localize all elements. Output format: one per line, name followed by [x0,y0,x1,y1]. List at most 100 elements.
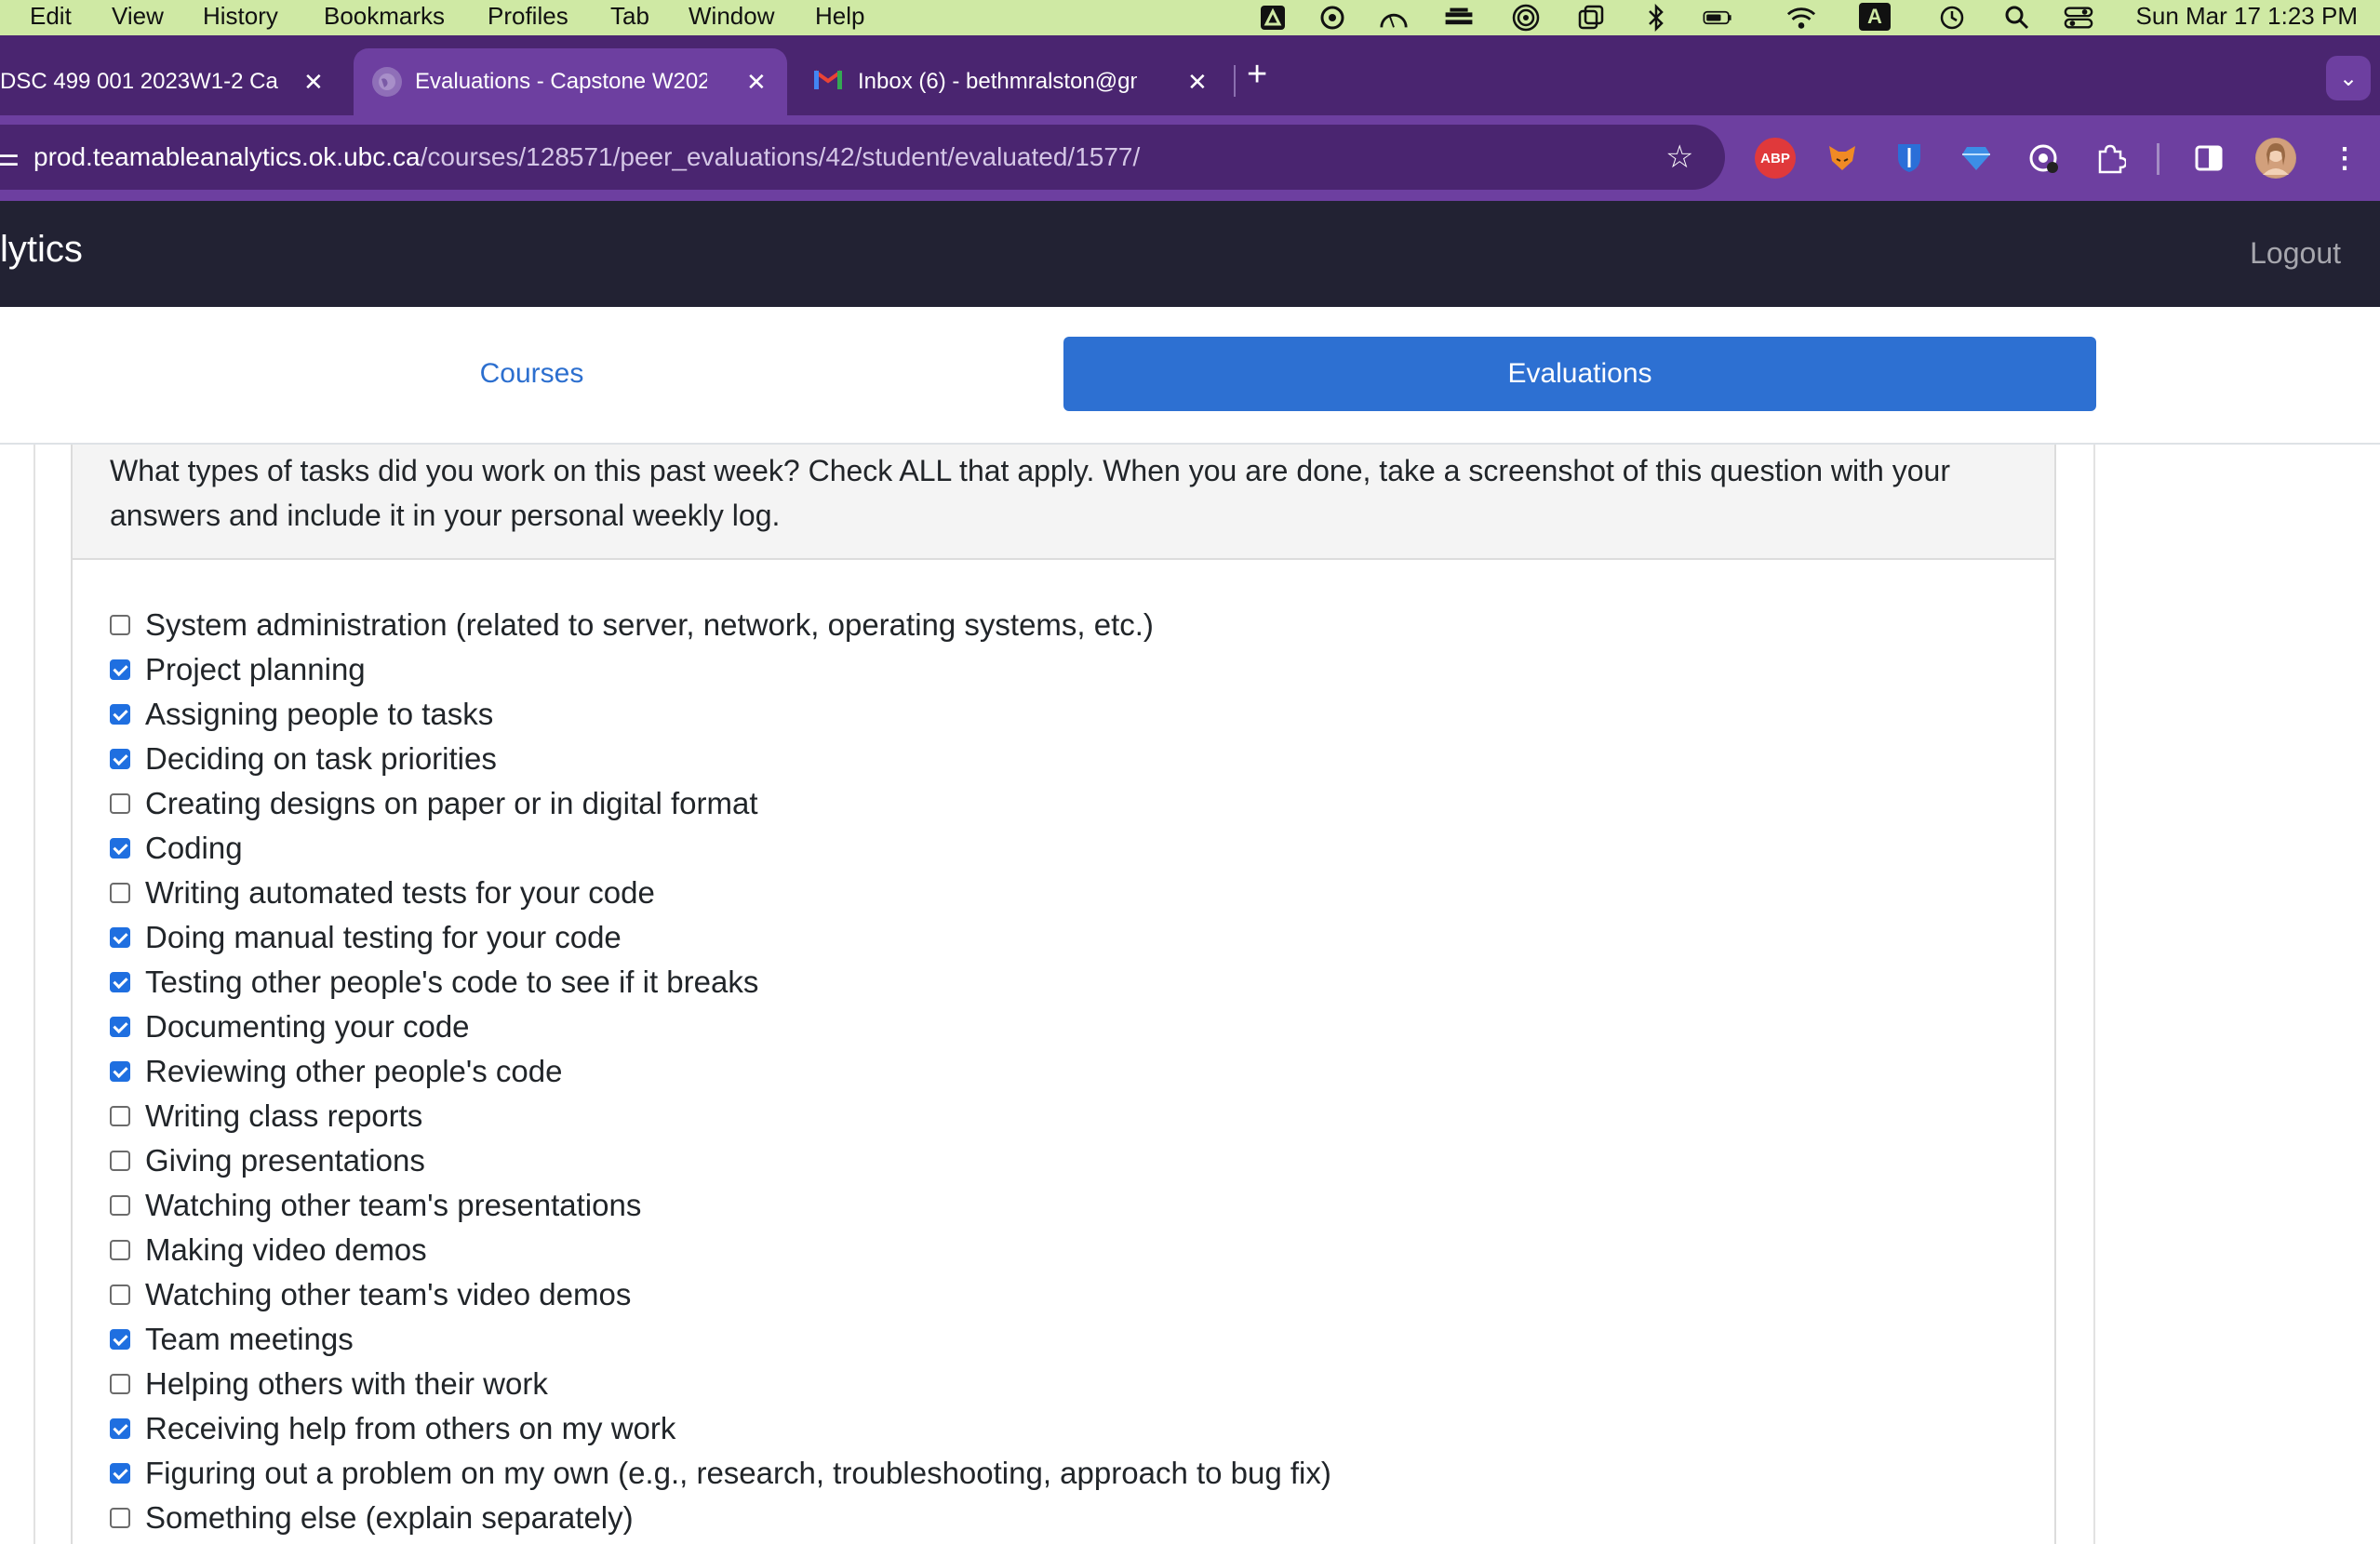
bookmark-star-icon[interactable]: ☆ [1665,139,1693,176]
checkbox-option[interactable]: Assigning people to tasks [110,692,1331,737]
site-header: lytics Logout [0,201,2380,307]
globe-icon [372,67,402,97]
checkbox-option[interactable]: Writing class reports [110,1094,1331,1138]
menu-view[interactable]: View [112,2,164,31]
checkbox-option[interactable]: Coding [110,826,1331,871]
checkbox-option[interactable]: Doing manual testing for your code [110,915,1331,960]
menu-help[interactable]: Help [815,2,864,31]
airdrop-icon[interactable] [1511,3,1541,33]
question-header: What types of tasks did you work on this… [73,445,2054,560]
checkbox-option[interactable]: Deciding on task priorities [110,737,1331,781]
menu-window[interactable]: Window [689,2,774,31]
checkbox-unchecked[interactable] [110,793,130,814]
control-center-icon[interactable] [2064,3,2093,33]
checkbox-option[interactable]: Figuring out a problem on my own (e.g., … [110,1451,1331,1496]
menu-profiles[interactable]: Profiles [488,2,568,31]
checkbox-option[interactable]: Creating designs on paper or in digital … [110,781,1331,826]
password-manager-icon[interactable] [1317,3,1347,33]
checkbox-checked[interactable] [110,927,130,948]
menu-history[interactable]: History [203,2,278,31]
checkbox-checked[interactable] [110,659,130,680]
checkbox-checked[interactable] [110,1329,130,1350]
menu-tab[interactable]: Tab [610,2,649,31]
checkbox-label: Team meetings [145,1322,354,1356]
input-source-icon[interactable]: A [1859,3,1891,31]
time-machine-icon[interactable] [1937,3,1967,33]
password-manager-extension-icon[interactable] [2023,138,2064,179]
checkbox-checked[interactable] [110,838,130,859]
adblock-plus-icon[interactable]: ABP [1755,138,1796,179]
checkbox-checked[interactable] [110,1017,130,1037]
checkbox-option[interactable]: Team meetings [110,1317,1331,1362]
tab-evaluations[interactable]: Evaluations - Capstone W202 ✕ [354,48,787,115]
close-tab-icon[interactable]: ✕ [1187,68,1208,97]
nav-courses[interactable]: Courses [0,337,1063,411]
checkbox-option[interactable]: Watching other team's presentations [110,1183,1331,1228]
browser-menu-icon[interactable]: ⋮ [2324,138,2365,179]
checkbox-option[interactable]: Watching other team's video demos [110,1272,1331,1317]
checkbox-label: Receiving help from others on my work [145,1411,676,1445]
metamask-fox-icon[interactable] [1822,138,1863,179]
drive-icon[interactable] [1258,3,1288,33]
menubar-clock[interactable]: Sun Mar 17 1:23 PM [2136,2,2358,31]
close-tab-icon[interactable]: ✕ [303,68,324,97]
checkbox-unchecked[interactable] [110,1374,130,1394]
diamond-extension-icon[interactable] [1956,138,1997,179]
new-tab-icon[interactable]: + [1247,56,1267,93]
checkbox-option[interactable]: Making video demos [110,1228,1331,1272]
checkbox-option[interactable]: Documenting your code [110,1005,1331,1049]
bluetooth-icon[interactable] [1641,3,1671,33]
gauge-icon[interactable] [1379,3,1409,33]
menu-edit[interactable]: Edit [30,2,72,31]
checkbox-unchecked[interactable] [110,1284,130,1305]
gmail-icon [813,68,843,97]
wifi-icon[interactable] [1786,3,1816,33]
checkbox-unchecked[interactable] [110,1195,130,1216]
checkbox-option[interactable]: Testing other people's code to see if it… [110,960,1331,1005]
checkbox-checked[interactable] [110,704,130,725]
checkbox-option[interactable]: Helping others with their work [110,1362,1331,1406]
checkbox-option[interactable]: Project planning [110,647,1331,692]
checkbox-option[interactable]: Receiving help from others on my work [110,1406,1331,1451]
checkbox-label: Watching other team's presentations [145,1188,642,1222]
nav-evaluations[interactable]: Evaluations [1063,337,2096,411]
close-tab-icon[interactable]: ✕ [746,68,767,97]
checkbox-checked[interactable] [110,1463,130,1484]
checkbox-unchecked[interactable] [110,1508,130,1528]
checkbox-option[interactable]: System administration (related to server… [110,603,1331,647]
window-icon[interactable] [1576,3,1606,33]
checkbox-checked[interactable] [110,1418,130,1439]
checkbox-unchecked[interactable] [110,615,130,635]
logout-link[interactable]: Logout [2250,236,2341,271]
site-brand[interactable]: lytics [0,229,83,271]
checkbox-checked[interactable] [110,972,130,992]
checkbox-unchecked[interactable] [110,1240,130,1260]
checkbox-unchecked[interactable] [110,1151,130,1171]
checkbox-label: Writing automated tests for your code [145,875,655,910]
checkbox-checked[interactable] [110,1061,130,1082]
address-bar[interactable]: ⚌ prod.teamableanalytics.ok.ubc.ca/cours… [0,125,1725,190]
checkbox-option[interactable]: Writing automated tests for your code [110,871,1331,915]
profile-avatar[interactable] [2255,138,2296,179]
tab-canvas-course[interactable]: DSC 499 001 2023W1-2 Ca ✕ [0,48,346,115]
checkbox-option[interactable]: Reviewing other people's code [110,1049,1331,1094]
url-text[interactable]: prod.teamableanalytics.ok.ubc.ca/courses… [33,142,1140,172]
desks-icon[interactable] [1444,3,1474,33]
checkbox-checked[interactable] [110,749,130,769]
menu-bookmarks[interactable]: Bookmarks [324,2,445,31]
side-panel-icon[interactable] [2188,138,2229,179]
main-nav: Courses Evaluations [0,307,2380,445]
checkbox-option[interactable]: Giving presentations [110,1138,1331,1183]
battery-icon[interactable] [1703,3,1732,33]
checkbox-unchecked[interactable] [110,883,130,903]
site-info-icon[interactable]: ⚌ [0,141,20,172]
tab-gmail-inbox[interactable]: Inbox (6) - bethmralston@gm ✕ [796,48,1224,115]
spotlight-search-icon[interactable] [2002,3,2032,33]
checkbox-label: Giving presentations [145,1143,425,1178]
checkbox-option[interactable]: Something else (explain separately) [110,1496,1331,1540]
bitwarden-shield-icon[interactable] [1889,138,1930,179]
extensions-puzzle-icon[interactable] [2090,138,2131,179]
tab-title: DSC 499 001 2023W1-2 Ca [0,69,278,94]
checkbox-unchecked[interactable] [110,1106,130,1126]
tab-search-chevron-icon[interactable]: ⌄ [2326,56,2371,100]
